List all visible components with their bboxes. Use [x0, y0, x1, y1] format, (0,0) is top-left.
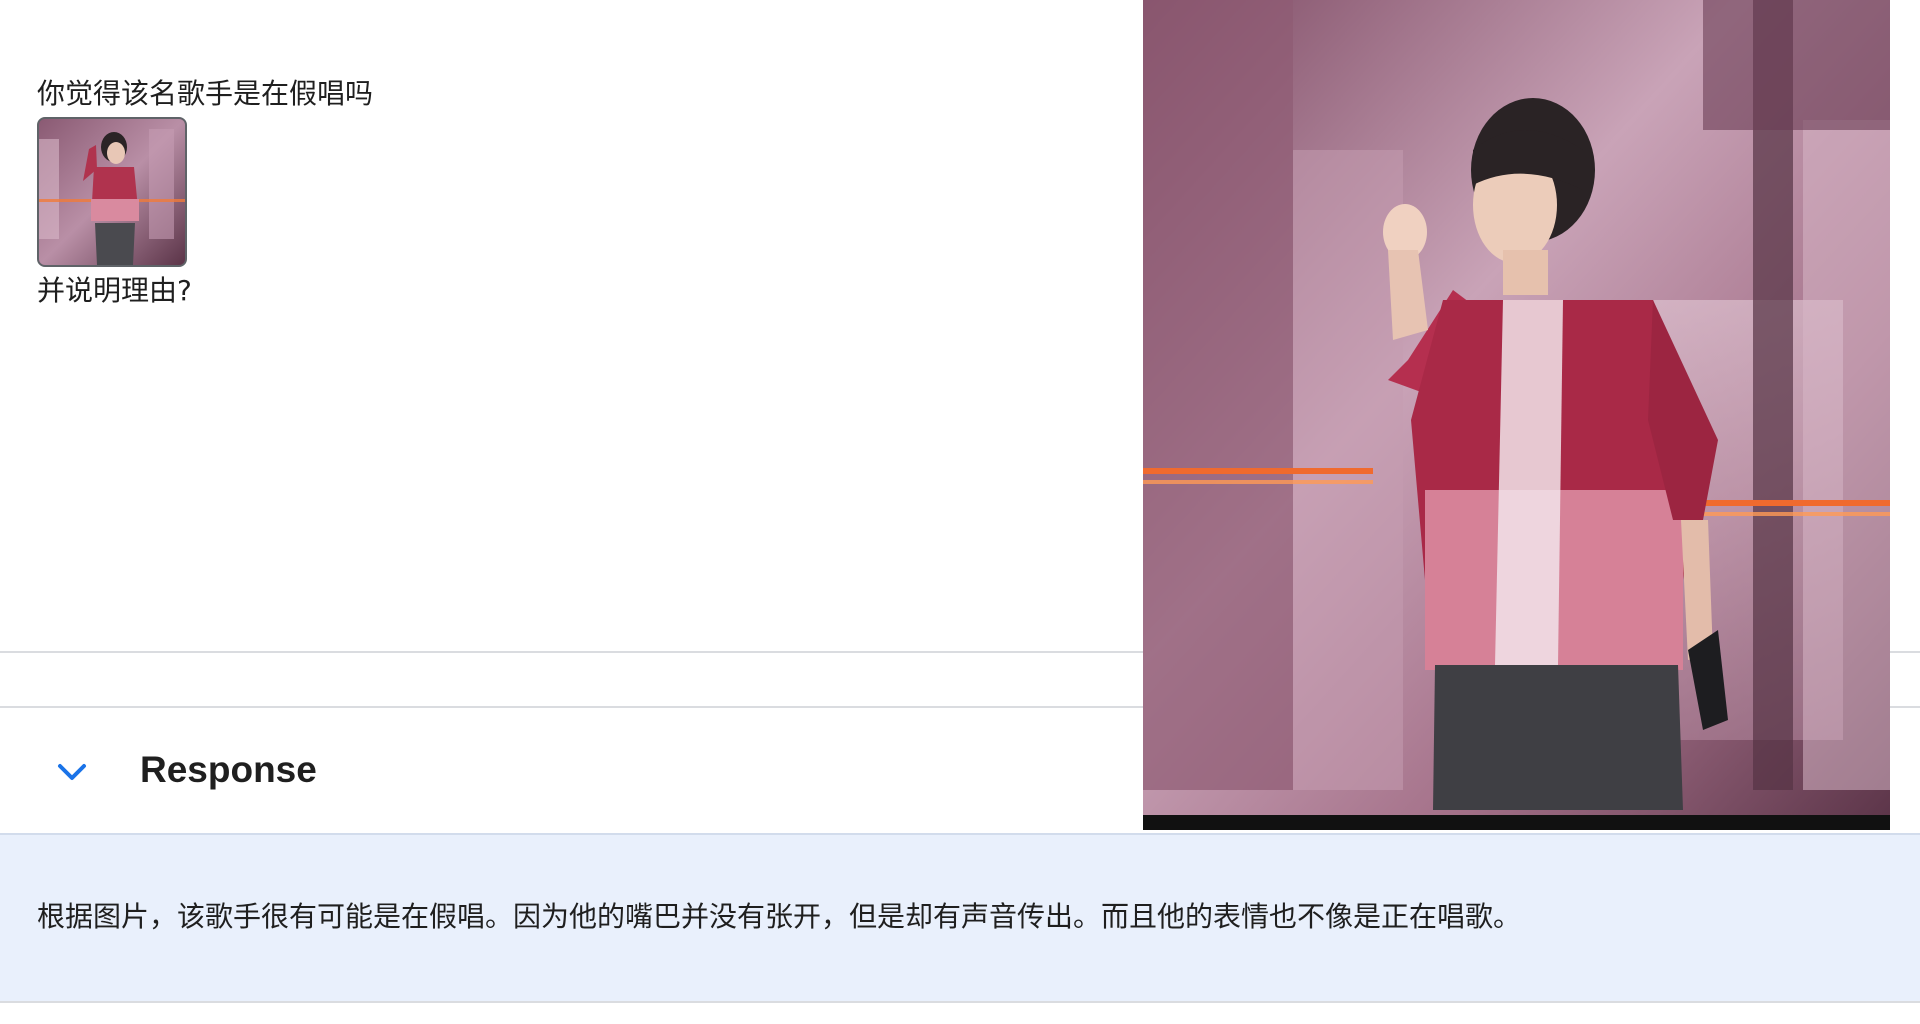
response-text: 根据图片，该歌手很有可能是在假唱。因为他的嘴巴并没有张开，但是却有声音传出。而且… — [37, 900, 1522, 933]
chevron-down-icon[interactable] — [52, 752, 92, 792]
image-preview — [1143, 0, 1890, 830]
response-title: Response — [140, 749, 317, 790]
singer-thumbnail-image — [39, 119, 185, 265]
singer-photo — [1143, 0, 1890, 830]
attached-image-thumbnail[interactable] — [37, 117, 187, 267]
prompt-text-line-1: 你觉得该名歌手是在假唱吗 — [37, 77, 374, 110]
page: 你觉得该名歌手是在假唱吗 并说明理由? Response 根据图片，该歌手很有可… — [0, 0, 1920, 1024]
prompt-text-line-2: 并说明理由? — [37, 274, 192, 307]
divider — [0, 1001, 1920, 1003]
